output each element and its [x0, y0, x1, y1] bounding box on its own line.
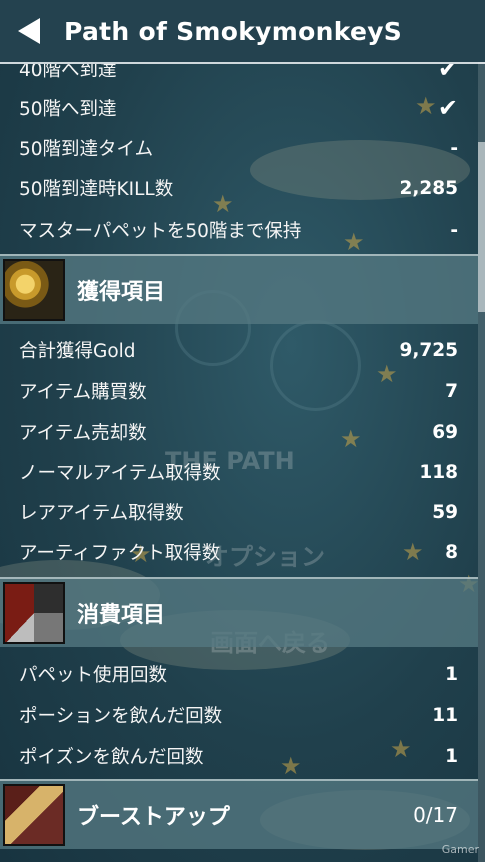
row-label: 50階到達タイム — [19, 139, 154, 160]
row-label: 50階到達時KILL数 — [19, 179, 174, 200]
row-value: - — [450, 137, 458, 159]
list-item: ポーションを飲んだ回数 11 — [0, 695, 478, 735]
boost-icon — [3, 784, 65, 846]
row-value: 11 — [432, 704, 458, 726]
list-item: パペット使用回数 1 — [0, 654, 478, 694]
row-value: 7 — [445, 380, 458, 402]
row-value: 9,725 — [399, 339, 458, 361]
row-value: - — [450, 219, 458, 241]
row-value: 2,285 — [399, 177, 458, 199]
list-item: マスターパペットを50階まで保持 - — [0, 210, 478, 250]
row-value: 1 — [445, 745, 458, 767]
row-label: アイテム購買数 — [19, 382, 147, 403]
row-label: アーティファクト取得数 — [19, 543, 221, 564]
list-item: 50階へ到達 ✔ — [0, 88, 478, 128]
scrollbar[interactable] — [478, 62, 485, 862]
section-header-acquired: 獲得項目 — [0, 254, 478, 324]
list-item: レアアイテム取得数 59 — [0, 492, 478, 532]
row-label: アイテム売却数 — [19, 423, 147, 444]
check-icon: ✔ — [437, 94, 458, 122]
row-value: 59 — [432, 501, 458, 523]
row-label: レアアイテム取得数 — [19, 503, 184, 524]
row-value: 1 — [445, 663, 458, 685]
puppet-icon — [3, 582, 65, 644]
gold-coins-icon — [3, 259, 65, 321]
row-value: 118 — [419, 461, 458, 483]
row-label: ポイズンを飲んだ回数 — [19, 747, 204, 768]
scrollbar-thumb[interactable] — [478, 142, 485, 312]
list-item: 50階到達タイム - — [0, 128, 478, 168]
section-header-consumed: 消費項目 — [0, 577, 478, 647]
list-item: アイテム売却数 69 — [0, 412, 478, 452]
row-value: 8 — [445, 541, 458, 563]
header-bar: Path of SmokymonkeyS — [0, 0, 485, 64]
watermark: Gamer — [441, 843, 479, 856]
section-title: 獲得項目 — [77, 280, 166, 305]
row-label: ノーマルアイテム取得数 — [19, 463, 221, 484]
list-item: ポイズンを飲んだ回数 1 — [0, 736, 478, 776]
section-header-boost: ブーストアップ 0/17 — [0, 779, 478, 849]
row-label: パペット使用回数 — [19, 665, 168, 686]
list-item: アイテム購買数 7 — [0, 371, 478, 411]
row-label: マスターパペットを50階まで保持 — [19, 221, 302, 242]
list-item: ノーマルアイテム取得数 118 — [0, 452, 478, 492]
list-item: 合計獲得Gold 9,725 — [0, 330, 478, 370]
list-item: 50階到達時KILL数 2,285 — [0, 168, 478, 208]
boost-count: 0/17 — [413, 803, 458, 827]
section-title: ブーストアップ — [77, 805, 230, 830]
row-label: 50階へ到達 — [19, 99, 117, 120]
section-title: 消費項目 — [77, 603, 166, 628]
row-label: ポーションを飲んだ回数 — [19, 706, 223, 727]
row-value: 69 — [432, 421, 458, 443]
page-title: Path of SmokymonkeyS — [64, 16, 403, 46]
back-arrow-icon[interactable] — [18, 18, 40, 44]
list-item: アーティファクト取得数 8 — [0, 532, 478, 572]
row-label: 合計獲得Gold — [19, 341, 136, 362]
